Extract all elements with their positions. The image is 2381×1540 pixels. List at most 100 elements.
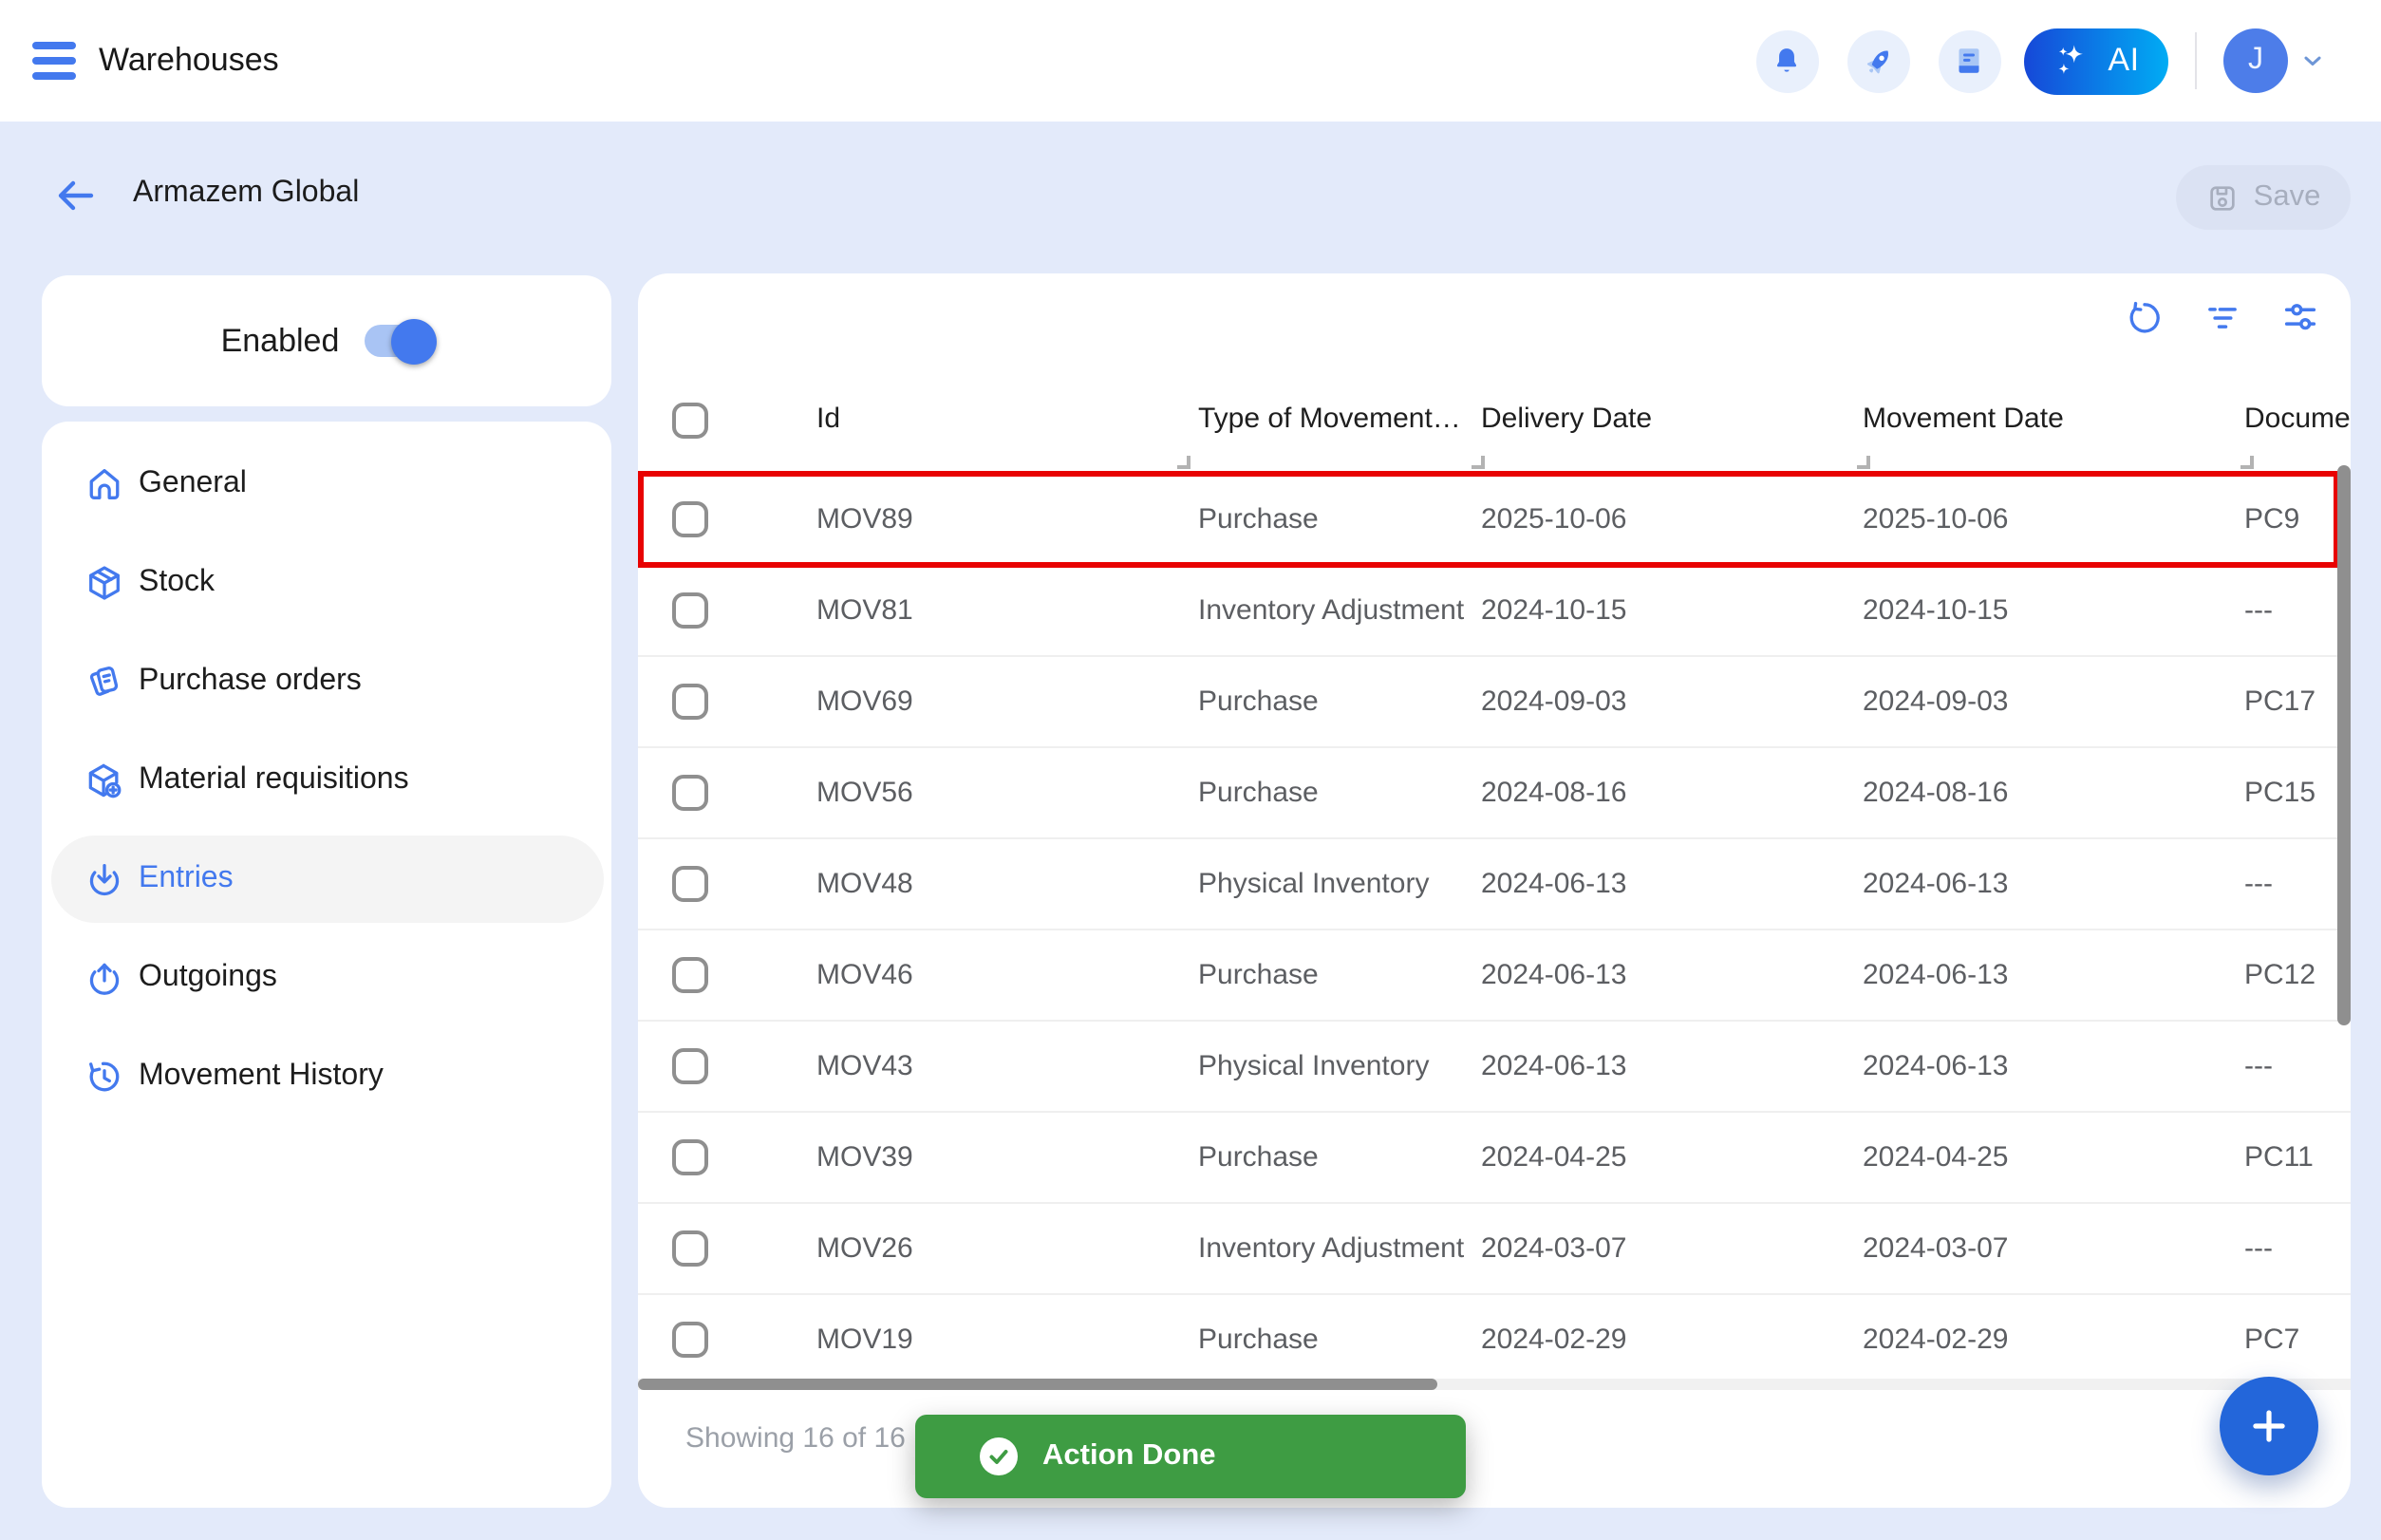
- enabled-toggle[interactable]: [364, 325, 432, 357]
- cell-movement-date: 2024-04-25: [1863, 1113, 2008, 1204]
- row-checkbox[interactable]: [672, 775, 708, 811]
- sparkles-icon: [2051, 40, 2092, 82]
- row-checkbox[interactable]: [672, 684, 708, 720]
- entries-icon: [84, 858, 125, 900]
- row-checkbox[interactable]: [672, 1230, 708, 1267]
- user-menu-chevron[interactable]: [2299, 47, 2326, 74]
- add-entry-button[interactable]: [2220, 1377, 2318, 1475]
- column-header-delivery: Delivery Date: [1481, 391, 1652, 448]
- topbar-divider: [2194, 32, 2197, 89]
- sidebar-item-purchase-orders[interactable]: Purchase orders: [51, 632, 604, 731]
- sidebar-item-outgoings[interactable]: Outgoings: [51, 929, 604, 1027]
- toast-message: Action Done: [1042, 1439, 1216, 1474]
- table-row[interactable]: MOV69 Purchase 2024-09-03 2024-09-03 PC1…: [638, 657, 2351, 748]
- row-count-status: Showing 16 of 16: [685, 1413, 906, 1466]
- row-checkbox[interactable]: [672, 866, 708, 902]
- hamburger-menu-button[interactable]: [32, 42, 78, 80]
- save-icon: [2206, 181, 2239, 214]
- table-header-row: Id Type of Movement… Delivery Date Movem…: [638, 273, 2351, 475]
- ai-assistant-button[interactable]: AI: [2023, 28, 2167, 94]
- row-checkbox[interactable]: [672, 957, 708, 993]
- sidebar-item-movement-history[interactable]: Movement History: [51, 1027, 604, 1126]
- table-row[interactable]: MOV48 Physical Inventory 2024-06-13 2024…: [638, 839, 2351, 930]
- cell-type: Purchase: [1198, 1113, 1319, 1204]
- material-requisitions-icon: [84, 760, 125, 801]
- cell-type: Purchase: [1198, 1295, 1319, 1386]
- back-button[interactable]: [53, 173, 99, 218]
- enabled-label: Enabled: [221, 322, 340, 360]
- cell-id: MOV89: [816, 475, 913, 566]
- cell-document: PC15: [2244, 748, 2315, 839]
- rocket-icon: [1860, 43, 1896, 79]
- column-resize-handle[interactable]: [1472, 456, 1485, 469]
- table-row[interactable]: MOV19 Purchase 2024-02-29 2024-02-29 PC7: [638, 1295, 2351, 1386]
- cell-id: MOV81: [816, 566, 913, 657]
- cell-document: PC9: [2244, 475, 2299, 566]
- cell-id: MOV69: [816, 657, 913, 748]
- sidebar-item-stock[interactable]: Stock: [51, 534, 604, 632]
- row-checkbox[interactable]: [672, 1048, 708, 1084]
- table-body: MOV89 Purchase 2025-10-06 2025-10-06 PC9…: [638, 475, 2351, 1386]
- check-icon: [980, 1437, 1018, 1475]
- user-avatar[interactable]: J: [2223, 28, 2288, 93]
- save-button[interactable]: Save: [2176, 165, 2351, 230]
- cell-movement-date: 2024-03-07: [1863, 1204, 2008, 1295]
- cell-type: Physical Inventory: [1198, 1022, 1429, 1113]
- cell-delivery-date: 2024-08-16: [1481, 748, 1626, 839]
- sidebar-item-label: Material requisitions: [139, 763, 409, 798]
- cell-id: MOV46: [816, 930, 913, 1022]
- hamburger-icon: [32, 42, 76, 48]
- top-bar: Warehouses: [0, 0, 2381, 122]
- horizontal-scrollbar[interactable]: [638, 1379, 1437, 1390]
- cell-id: MOV39: [816, 1113, 913, 1204]
- table-row[interactable]: MOV43 Physical Inventory 2024-06-13 2024…: [638, 1022, 2351, 1113]
- cell-id: MOV26: [816, 1204, 913, 1295]
- box-icon: [84, 562, 125, 604]
- sidebar-item-label: Purchase orders: [139, 665, 362, 699]
- row-checkbox[interactable]: [672, 1139, 708, 1175]
- notes-button[interactable]: [1938, 29, 2000, 92]
- avatar-initial: J: [2248, 44, 2263, 78]
- row-checkbox[interactable]: [672, 1322, 708, 1358]
- page-title: Armazem Global: [133, 177, 359, 211]
- column-resize-handle[interactable]: [1857, 456, 1870, 469]
- table-row[interactable]: MOV81 Inventory Adjustment 2024-10-15 20…: [638, 566, 2351, 657]
- cell-document: PC17: [2244, 657, 2315, 748]
- cell-type: Purchase: [1198, 748, 1319, 839]
- cell-delivery-date: 2024-04-25: [1481, 1113, 1626, 1204]
- cell-type: Purchase: [1198, 930, 1319, 1022]
- cell-type: Inventory Adjustment: [1198, 1204, 1464, 1295]
- cell-document: ---: [2244, 566, 2273, 657]
- purchase-orders-icon: [84, 661, 125, 703]
- column-header-movement: Movement Date: [1863, 391, 2064, 448]
- sidebar-item-label: General: [139, 467, 247, 501]
- row-checkbox[interactable]: [672, 501, 708, 537]
- cell-movement-date: 2024-02-29: [1863, 1295, 2008, 1386]
- cell-document: PC11: [2244, 1113, 2314, 1204]
- cell-id: MOV48: [816, 839, 913, 930]
- vertical-scrollbar[interactable]: [2337, 465, 2351, 1025]
- document-icon: [1952, 44, 1986, 78]
- sidebar-item-material-requisitions[interactable]: Material requisitions: [51, 731, 604, 830]
- table-row[interactable]: MOV39 Purchase 2024-04-25 2024-04-25 PC1…: [638, 1113, 2351, 1204]
- select-all-checkbox[interactable]: [672, 403, 708, 439]
- sidebar-item-general[interactable]: General: [51, 435, 604, 534]
- cell-movement-date: 2024-08-16: [1863, 748, 2008, 839]
- column-header-document: Documer: [2244, 391, 2351, 448]
- sidebar-item-label: Outgoings: [139, 961, 277, 995]
- column-resize-handle[interactable]: [1177, 456, 1190, 469]
- sidebar-item-entries[interactable]: Entries: [51, 836, 604, 923]
- row-checkbox[interactable]: [672, 592, 708, 629]
- table-row[interactable]: MOV46 Purchase 2024-06-13 2024-06-13 PC1…: [638, 930, 2351, 1022]
- table-row[interactable]: MOV26 Inventory Adjustment 2024-03-07 20…: [638, 1204, 2351, 1295]
- launch-button[interactable]: [1847, 29, 1909, 92]
- notifications-button[interactable]: [1755, 29, 1818, 92]
- ai-button-label: AI: [2108, 42, 2139, 80]
- column-resize-handle[interactable]: [2240, 456, 2254, 469]
- topbar-actions: AI J: [1755, 0, 2326, 122]
- table-row[interactable]: MOV56 Purchase 2024-08-16 2024-08-16 PC1…: [638, 748, 2351, 839]
- save-button-label: Save: [2254, 180, 2321, 215]
- cell-id: MOV43: [816, 1022, 913, 1113]
- home-icon: [84, 463, 125, 505]
- table-row[interactable]: MOV89 Purchase 2025-10-06 2025-10-06 PC9: [638, 475, 2351, 566]
